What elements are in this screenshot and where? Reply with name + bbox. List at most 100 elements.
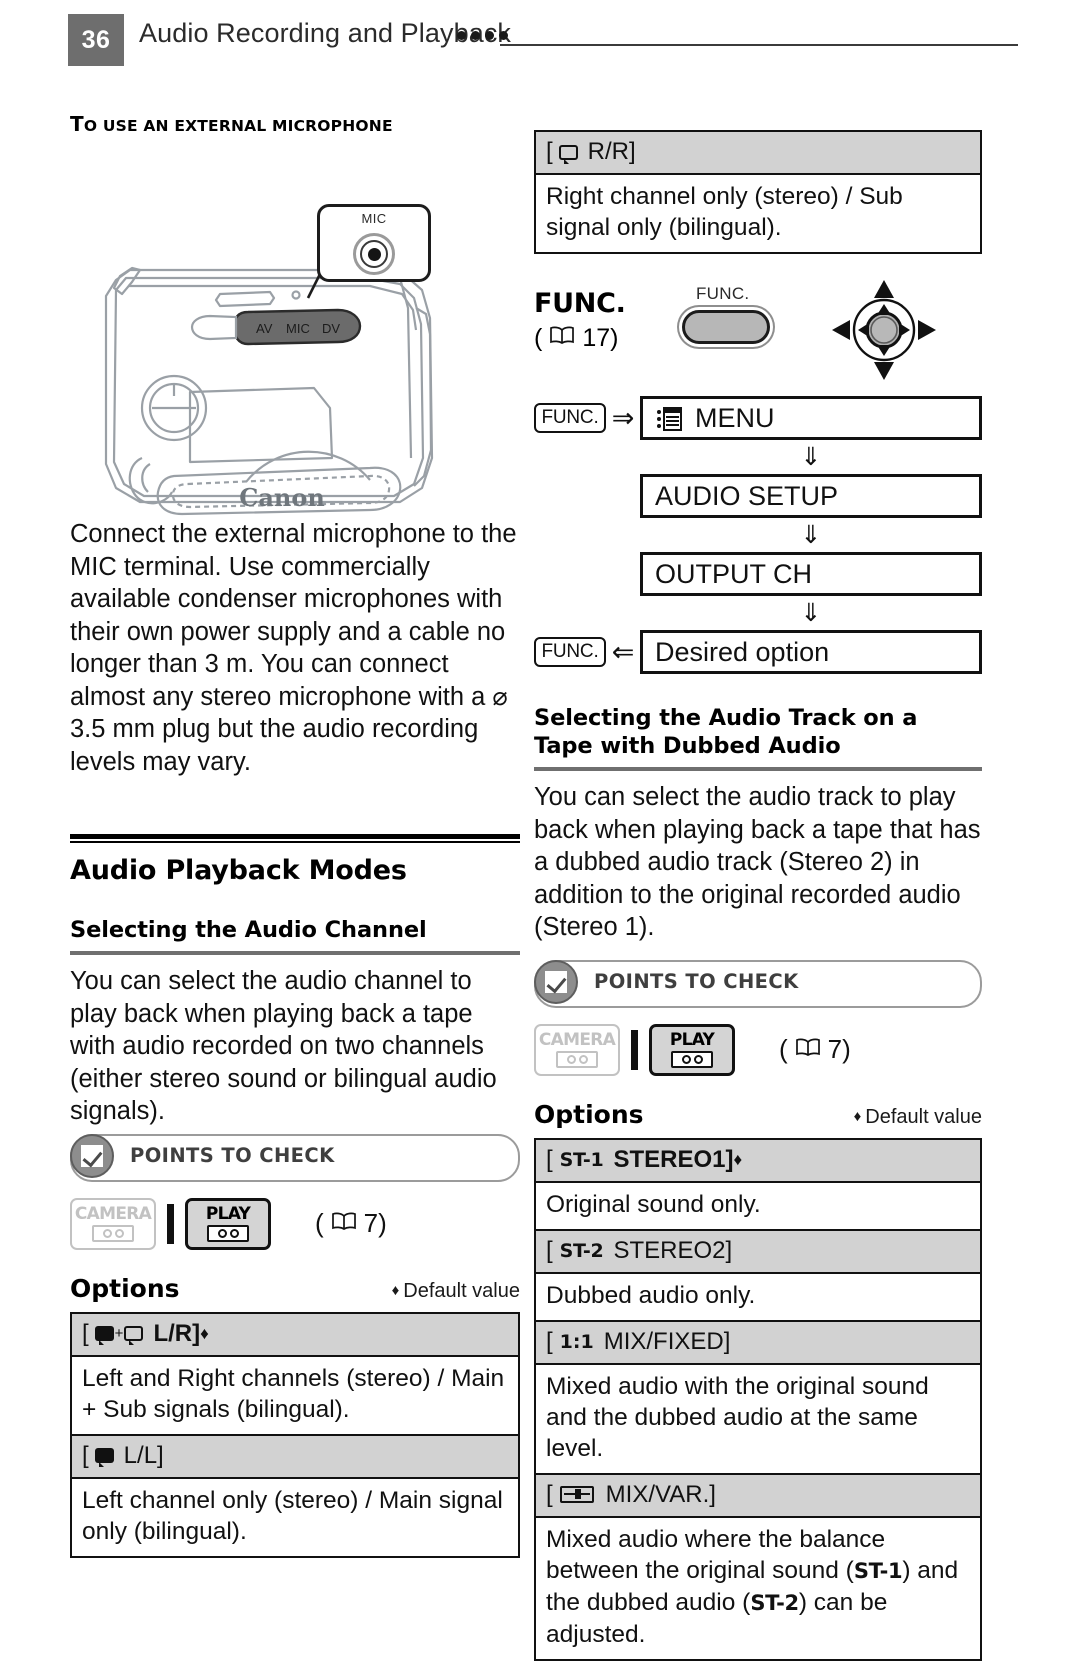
default-value-text-left: Default value bbox=[403, 1279, 520, 1302]
speaker-filled-icon bbox=[94, 1448, 114, 1467]
brand-label: Canon bbox=[239, 483, 325, 512]
mode-badge-camera: CAMERA bbox=[534, 1023, 620, 1076]
default-marker-left: ♦ bbox=[391, 1281, 400, 1299]
func-button-icon[interactable] bbox=[682, 310, 770, 344]
mode-badge-camera-label: CAMERA bbox=[74, 1204, 152, 1224]
st1-badge-inline: ST-1 bbox=[853, 1558, 903, 1583]
flow-step-output-ch: OUTPUT CH bbox=[640, 552, 982, 596]
audio-playback-modes-heading: Audio Playback Modes bbox=[70, 855, 407, 886]
header-rule bbox=[500, 44, 1018, 46]
option-label-ll: L/L] bbox=[123, 1441, 164, 1469]
mode-badge-play: PLAY bbox=[649, 1023, 735, 1076]
slider-icon bbox=[559, 1486, 594, 1503]
ratio-1-1-icon: 1:1 bbox=[559, 1330, 594, 1353]
table-row-header: [ + L/R] ♦ bbox=[72, 1313, 518, 1357]
manual-page: 36 Audio Recording and Playback TO USE A… bbox=[0, 0, 1080, 1661]
speaker-outline-icon bbox=[558, 144, 578, 164]
terminal-label-dv: DV bbox=[322, 321, 340, 336]
page-reference-right: ( 7 ) bbox=[779, 1034, 851, 1065]
mic-callout-label: MIC bbox=[361, 211, 387, 226]
terminal-label-av: AV bbox=[256, 321, 273, 336]
selecting-audio-channel-body: You can select the audio channel to play… bbox=[70, 967, 497, 1125]
book-icon bbox=[331, 1208, 357, 1239]
selecting-audio-channel-heading: Selecting the Audio Channel bbox=[70, 917, 427, 943]
points-to-check-banner-left: POINTS TO CHECK bbox=[70, 1133, 520, 1182]
speaker-filled-icon bbox=[94, 1326, 114, 1345]
table-row-header: [ 1:1 MIX/FIXED] bbox=[536, 1319, 980, 1365]
external-microphone-heading: TO USE AN EXTERNAL MICROPHONE bbox=[70, 112, 393, 136]
options-row-right: Options ♦ Default value bbox=[534, 1100, 982, 1129]
audio-channel-options-table: [ + L/R] ♦ Left and Right channels (ster… bbox=[70, 1311, 520, 1558]
table-row-header: [ L/L] bbox=[72, 1433, 518, 1479]
func-heading: FUNC. bbox=[534, 288, 626, 319]
mode-badge-play: PLAY bbox=[185, 1197, 271, 1250]
table-row-description: Original sound only. bbox=[536, 1182, 980, 1229]
mic-terminal-callout: MIC bbox=[317, 204, 431, 282]
default-value-text-right: Default value bbox=[865, 1105, 982, 1128]
desired-option-box[interactable]: Desired option bbox=[640, 630, 982, 674]
table-row-header: [ ST-1 STEREO1] ♦ bbox=[536, 1139, 980, 1183]
rr-option-table: [ R/R] Right channel only (stereo) / Sub… bbox=[534, 130, 982, 254]
checkmark-icon bbox=[70, 1133, 114, 1178]
options-label-right: Options bbox=[534, 1099, 644, 1129]
page-reference-left: ( 7 ) bbox=[315, 1208, 387, 1239]
selecting-audio-track-body: You can select the audio track to play b… bbox=[534, 783, 981, 941]
checkmark-icon bbox=[534, 959, 578, 1004]
section-rule bbox=[70, 834, 520, 843]
st2-badge-icon: ST-2 bbox=[559, 1239, 604, 1262]
default-value-note-left: ♦ Default value bbox=[392, 1280, 520, 1303]
options-label-left: Options bbox=[70, 1273, 180, 1303]
tape-icon bbox=[207, 1225, 249, 1242]
table-row-description: Mixed audio where the balance between th… bbox=[536, 1517, 980, 1659]
page-header: 36 Audio Recording and Playback bbox=[0, 0, 1080, 96]
tape-icon bbox=[556, 1051, 598, 1068]
default-marker-right: ♦ bbox=[853, 1107, 862, 1125]
mic-jack-icon bbox=[353, 233, 395, 275]
st1-badge-icon: ST-1 bbox=[559, 1148, 604, 1171]
func-key-badge[interactable]: FUNC. bbox=[534, 637, 606, 667]
joystick-4way-icon[interactable] bbox=[824, 278, 944, 382]
table-row-header: [ ST-2 STEREO2] bbox=[536, 1228, 980, 1274]
option-label-lr: L/R] bbox=[153, 1319, 201, 1347]
points-to-check-label: POINTS TO CHECK bbox=[594, 969, 799, 993]
header-dots-decoration bbox=[457, 31, 508, 40]
func-page-number: 17 bbox=[582, 324, 611, 352]
flow-arrow-down: ⇓ bbox=[800, 443, 822, 471]
option-label-mix-fixed: MIX/FIXED] bbox=[603, 1327, 731, 1355]
flow-arrow-down: ⇓ bbox=[800, 599, 822, 627]
left-column: TO USE AN EXTERNAL MICROPHONE Canon AV M… bbox=[70, 112, 520, 1558]
flow-arrow-down: ⇓ bbox=[800, 521, 822, 549]
page-title: Audio Recording and Playback bbox=[139, 18, 512, 48]
st2-badge-inline: ST-2 bbox=[750, 1590, 799, 1615]
output-ch-box[interactable]: OUTPUT CH bbox=[640, 552, 982, 596]
tape-icon bbox=[671, 1051, 713, 1068]
default-marker: ♦ bbox=[200, 1323, 209, 1343]
func-key-badge[interactable]: FUNC. bbox=[534, 403, 606, 433]
page-number-badge: 36 bbox=[68, 14, 124, 66]
points-to-check-banner-right: POINTS TO CHECK bbox=[534, 959, 982, 1008]
flow-arrow-left: ⇐ bbox=[611, 637, 635, 667]
speaker-outline-icon bbox=[124, 1326, 144, 1345]
book-icon bbox=[795, 1034, 821, 1065]
flow-step-audio-setup: AUDIO SETUP bbox=[640, 474, 982, 518]
table-row-description: Left channel only (stereo) / Main signal… bbox=[72, 1478, 518, 1556]
subsection-rule bbox=[534, 767, 982, 771]
func-button-caption: FUNC. bbox=[696, 284, 750, 303]
table-row-description: Dubbed audio only. bbox=[536, 1273, 980, 1320]
mix-var-desc-a: Mixed audio where the balance between th… bbox=[546, 1525, 886, 1584]
table-row-description: Mixed audio with the original sound and … bbox=[536, 1364, 980, 1473]
option-label-rr: R/R] bbox=[587, 138, 636, 165]
mode-badge-play-label: PLAY bbox=[669, 1030, 715, 1050]
subsection-rule bbox=[70, 951, 520, 955]
audio-setup-box[interactable]: AUDIO SETUP bbox=[640, 474, 982, 518]
mode-badges-left: CAMERA PLAY ( 7 ) bbox=[70, 1196, 520, 1252]
mode-divider bbox=[167, 1203, 174, 1244]
menu-box-label: MENU bbox=[695, 402, 775, 433]
func-page-reference: ( 17 ) bbox=[534, 324, 619, 352]
flow-arrow-right: ⇒ bbox=[611, 403, 635, 433]
default-marker: ♦ bbox=[733, 1149, 743, 1169]
menu-box[interactable]: MENU bbox=[640, 396, 982, 440]
menu-flow-diagram: FUNC. ⇒ MENU ⇓ AUDIO SETUP ⇓ OUTPUT CH ⇓… bbox=[534, 396, 982, 674]
selecting-audio-track-heading: Selecting the Audio Track on a Tape with… bbox=[534, 705, 918, 759]
table-row-header: [ R/R] bbox=[536, 132, 980, 175]
